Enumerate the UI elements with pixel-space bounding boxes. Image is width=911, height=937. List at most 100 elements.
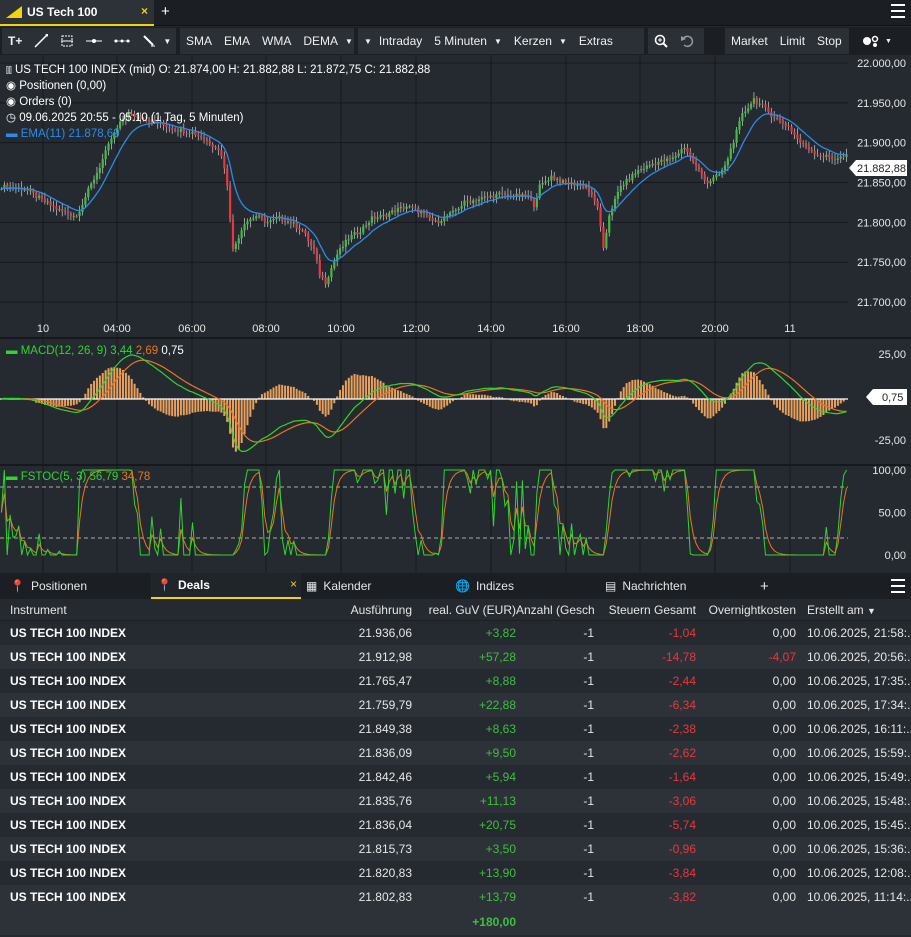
cell-instrument: US TECH 100 INDEX	[10, 650, 127, 664]
extras-menu[interactable]: Extras	[573, 34, 619, 48]
table-row[interactable]: US TECH 100 INDEX 21.835,76 +11,13 -1 -3,06 0…	[0, 789, 911, 813]
candle	[414, 207, 417, 209]
candle	[107, 143, 110, 151]
chevron-down-icon[interactable]: ▼	[163, 37, 171, 46]
tab-us-tech-100[interactable]: US Tech 100 ×	[0, 0, 154, 26]
table-footer: +180,00	[0, 909, 911, 935]
candle	[338, 248, 342, 255]
stop-order-button[interactable]: Stop	[811, 34, 848, 48]
candle	[214, 146, 217, 149]
cell-execution: 21.849,38	[358, 722, 412, 736]
time-tick-label: 10:00	[327, 323, 355, 335]
table-row[interactable]: US TECH 100 INDEX 21.759,79 +22,88 -1 -6,34 0…	[0, 693, 911, 717]
candle	[686, 147, 689, 153]
candle	[813, 151, 816, 155]
fibonacci-tool-icon[interactable]	[54, 34, 80, 48]
table-row[interactable]: US TECH 100 INDEX 21.765,47 +8,88 -1 -2,44 0,…	[0, 669, 911, 693]
tab-indizes[interactable]: 🌐 Indizes	[455, 573, 514, 599]
period-select[interactable]: ▼ Intraday	[358, 34, 428, 48]
chart-style-select[interactable]: Kerzen ▼	[508, 34, 573, 48]
undo-icon[interactable]	[674, 34, 700, 48]
price-tick-label: 21.700,00	[857, 297, 906, 309]
indicator-ema-button[interactable]: EMA	[218, 34, 256, 48]
indicator-wma-button[interactable]: WMA	[256, 34, 297, 48]
candle	[431, 218, 434, 221]
table-row[interactable]: US TECH 100 INDEX 21.815,73 +3,50 -1 -0,96 0,…	[0, 837, 911, 861]
candle	[544, 181, 547, 183]
cell-execution: 21.820,83	[358, 866, 412, 880]
indicator-dema-button[interactable]: DEMA ▼	[297, 34, 359, 48]
tab-kalender[interactable]: ▦ Kalender	[306, 573, 371, 599]
table-row[interactable]: US TECH 100 INDEX 21.836,09 +9,50 -1 -2,62 0,…	[0, 741, 911, 765]
order-group: Market Limit Stop	[725, 28, 849, 54]
text-tool-button[interactable]: T+	[2, 34, 28, 48]
tab-nachrichten[interactable]: ▤ Nachrichten	[605, 573, 686, 599]
stoch-legend[interactable]: ▬ FSTOC(5, 3) 56,79 34,78	[6, 471, 150, 483]
candle	[495, 194, 498, 199]
interval-select[interactable]: 5 Minuten ▼	[428, 34, 508, 48]
cell-pnl: +3,50	[485, 842, 516, 856]
header-execution[interactable]: Ausführung	[250, 603, 412, 617]
close-icon[interactable]: ×	[290, 577, 297, 591]
add-tab-button[interactable]: +	[161, 3, 170, 20]
candle	[243, 224, 246, 231]
candle	[220, 150, 223, 157]
indicator-sma-button[interactable]: SMA	[180, 34, 218, 48]
table-row[interactable]: US TECH 100 INDEX 21.802,83 +13,79 -1 -3,82 0…	[0, 885, 911, 909]
horizontal-line-icon[interactable]	[80, 34, 108, 48]
tab-deals[interactable]: 📍 Deals ×	[151, 573, 301, 599]
header-taxes[interactable]: Steuern Gesamt	[594, 603, 696, 617]
header-overnight[interactable]: Overnightkosten	[696, 603, 796, 617]
legend-orders[interactable]: ◉ Orders (0)	[6, 94, 430, 110]
candle	[744, 111, 747, 114]
cell-quantity: -1	[583, 842, 594, 856]
candle	[787, 125, 790, 127]
candle	[49, 201, 52, 206]
candle	[26, 189, 29, 191]
candle	[480, 197, 483, 200]
candle	[391, 210, 394, 213]
header-quantity[interactable]: Anzahl (Geschl	[516, 603, 594, 617]
macd-legend[interactable]: ▬ MACD(12, 26, 9) 3,44 2,69 0,75	[6, 345, 184, 357]
legend-positions[interactable]: ◉ Positionen (0,00)	[6, 78, 430, 94]
candle	[402, 206, 405, 209]
table-row[interactable]: US TECH 100 INDEX 21.936,06 +3,82 -1 -1,04 0,…	[0, 621, 911, 645]
table-row[interactable]: US TECH 100 INDEX 21.842,46 +5,94 -1 -1,64 0,…	[0, 765, 911, 789]
table-row[interactable]: US TECH 100 INDEX 21.849,38 +8,63 -1 -2,38 0,…	[0, 717, 911, 741]
candle	[37, 195, 41, 198]
menu-icon[interactable]	[891, 4, 905, 18]
header-pnl[interactable]: real. GuV (EUR)	[412, 603, 516, 617]
chart-area[interactable]: 22.000,00 21.950,00 21.900,00 21.850,00 21.8…	[0, 55, 911, 573]
candle	[833, 158, 837, 160]
limit-order-button[interactable]: Limit	[774, 34, 811, 48]
legend-ema[interactable]: ▬ EMA(11) 21.878,69	[6, 126, 430, 142]
close-icon[interactable]: ×	[141, 4, 148, 18]
zoom-icon[interactable]	[648, 34, 674, 48]
menu-icon[interactable]	[891, 579, 905, 593]
header-instrument[interactable]: Instrument	[0, 603, 250, 617]
market-order-button[interactable]: Market	[725, 34, 774, 48]
settings-icon[interactable]: ▼	[856, 34, 898, 48]
dotted-line-icon[interactable]	[108, 34, 136, 48]
candle	[393, 210, 397, 213]
cell-overnight: 0,00	[772, 842, 796, 856]
line-tool-icon[interactable]	[28, 34, 54, 48]
table-row[interactable]: US TECH 100 INDEX 21.836,04 +20,75 -1 -5,74 0…	[0, 813, 911, 837]
candle	[830, 157, 834, 159]
add-panel-tab-button[interactable]: +	[760, 573, 769, 599]
cell-created: 10.06.2025, 15:59:...	[807, 746, 911, 760]
brush-tool-icon[interactable]: ▼	[136, 34, 177, 48]
candle	[69, 213, 73, 216]
cell-instrument: US TECH 100 INDEX	[10, 890, 127, 904]
tab-positionen[interactable]: 📍 Positionen	[10, 573, 87, 599]
cell-instrument: US TECH 100 INDEX	[10, 818, 127, 832]
price-axis: 22.000,00 21.950,00 21.900,00 21.850,00 21.8…	[857, 58, 906, 309]
table-row[interactable]: US TECH 100 INDEX 21.912,98 +57,28 -1 -14,78…	[0, 645, 911, 669]
cell-pnl: +57,28	[478, 650, 516, 664]
table-row[interactable]: US TECH 100 INDEX 21.820,83 +13,90 -1 -3,84 0…	[0, 861, 911, 885]
cell-instrument: US TECH 100 INDEX	[10, 794, 127, 808]
candle	[660, 159, 663, 162]
target-icon: ◉	[6, 96, 17, 108]
candle	[78, 212, 81, 217]
header-created[interactable]: Erstellt am ▼	[796, 603, 911, 617]
